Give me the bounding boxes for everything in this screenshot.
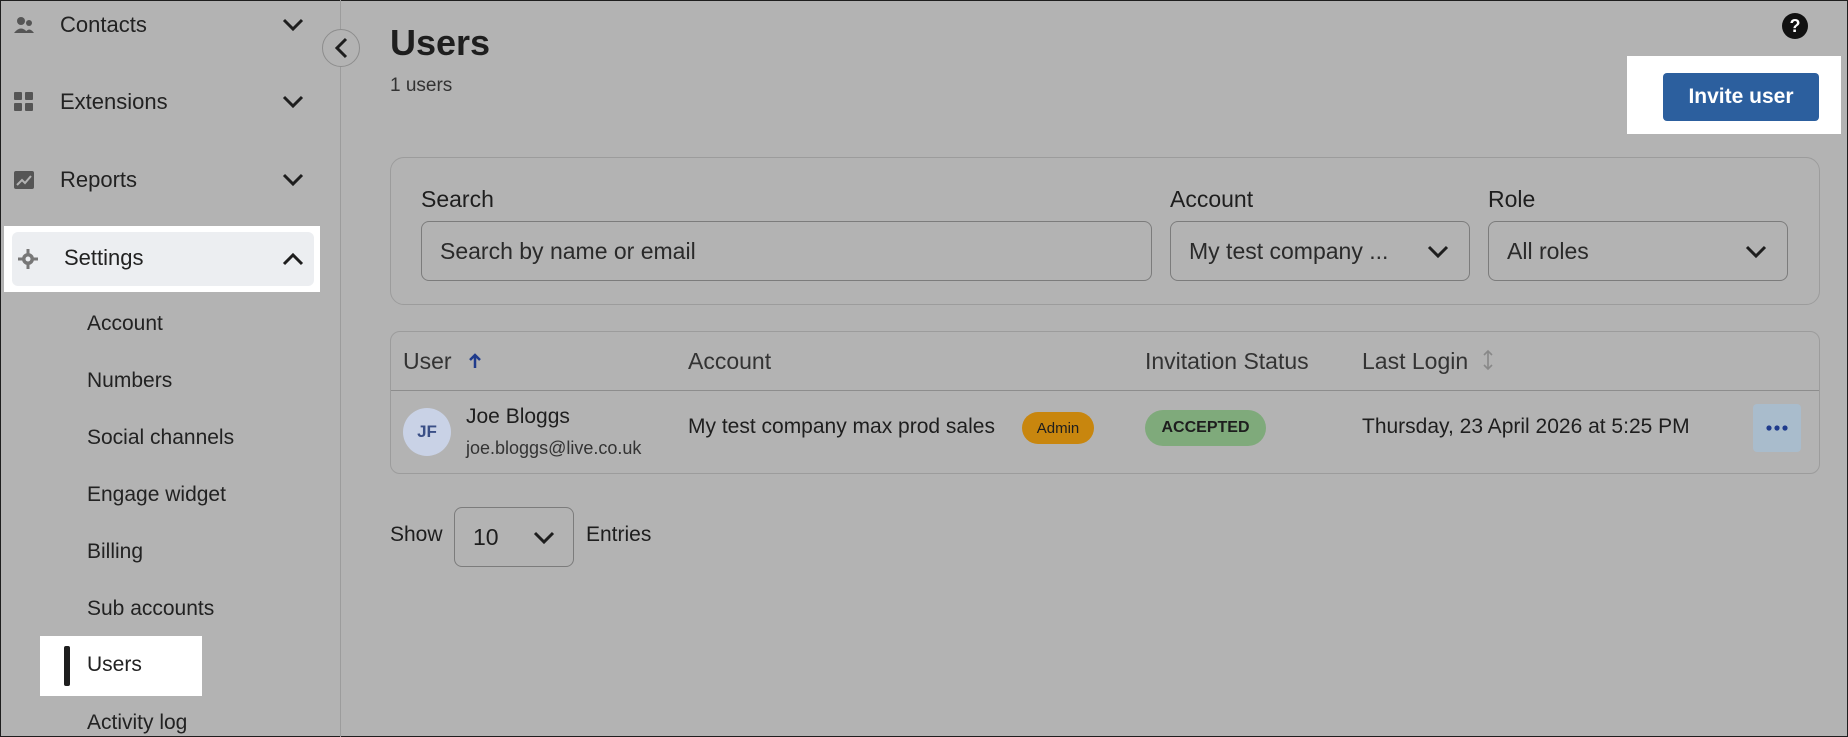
invite-user-button[interactable]: Invite user <box>1663 73 1819 121</box>
search-input[interactable]: Search by name or email <box>421 221 1152 281</box>
show-label: Show <box>390 523 443 546</box>
gear-icon <box>18 249 38 269</box>
user-count: 1 users <box>390 75 453 96</box>
sidebar-item-engage-widget[interactable]: Engage widget <box>87 483 226 507</box>
search-placeholder: Search by name or email <box>440 237 696 264</box>
sidebar-item-sub-accounts[interactable]: Sub accounts <box>87 597 214 621</box>
user-account: My test company max prod sales <box>688 415 995 438</box>
column-header-last-login[interactable]: Last Login <box>1362 348 1493 377</box>
last-login: Thursday, 23 April 2026 at 5:25 PM <box>1362 415 1690 438</box>
sidebar-group-settings[interactable]: Settings <box>12 232 314 286</box>
sidebar-group-settings-highlight: Settings <box>4 226 320 292</box>
chevron-down-icon <box>1425 239 1451 265</box>
role-filter-label: Role <box>1488 186 1536 212</box>
sidebar-group-label: Extensions <box>60 89 168 114</box>
sidebar-group-label: Settings <box>64 245 144 270</box>
chevron-down-icon <box>280 167 306 193</box>
more-horizontal-icon <box>1766 425 1788 431</box>
role-select-value: All roles <box>1507 237 1589 264</box>
sidebar-item-social-channels[interactable]: Social channels <box>87 426 234 450</box>
invite-user-highlight: Invite user <box>1627 56 1841 134</box>
sidebar-group-reports[interactable]: Reports <box>0 141 341 219</box>
chevron-down-icon <box>280 89 306 115</box>
page-size-select[interactable]: 10 <box>454 507 574 567</box>
sidebar-item-account[interactable]: Account <box>87 312 163 336</box>
chevron-up-icon <box>280 246 306 272</box>
role-badge: Admin <box>1022 412 1094 444</box>
sidebar-group-contacts[interactable]: Contacts <box>0 0 341 64</box>
user-email: joe.bloggs@live.co.uk <box>466 438 642 458</box>
sidebar-item-activity-log[interactable]: Activity log <box>87 711 187 735</box>
sidebar-group-extensions[interactable]: Extensions <box>0 63 341 141</box>
active-indicator <box>64 646 70 686</box>
entries-label: Entries <box>586 523 652 546</box>
page-title: Users <box>390 22 491 63</box>
extensions-grid-icon <box>14 92 34 112</box>
status-badge: ACCEPTED <box>1145 410 1266 446</box>
column-header-user[interactable]: User <box>403 348 482 376</box>
sidebar: Contacts Extensions Reports Settings Acc… <box>0 0 341 737</box>
chevron-down-icon <box>531 525 557 551</box>
sidebar-item-users-highlight: Users <box>40 636 202 696</box>
row-actions-button[interactable] <box>1753 404 1801 452</box>
column-header-account: Account <box>688 348 772 374</box>
sort-icon <box>1482 349 1493 377</box>
sidebar-item-numbers[interactable]: Numbers <box>87 369 172 393</box>
sidebar-item-users[interactable]: Users <box>87 653 142 677</box>
sort-ascending-icon <box>468 349 482 376</box>
column-header-label: Last Login <box>1362 348 1469 374</box>
contacts-icon <box>14 15 34 35</box>
help-icon[interactable]: ? <box>1782 13 1808 39</box>
account-filter-label: Account <box>1170 186 1254 212</box>
account-select[interactable]: My test company ... <box>1170 221 1470 281</box>
chevron-left-icon <box>334 37 348 59</box>
table-header-divider <box>391 390 1819 391</box>
collapse-sidebar-button[interactable] <box>322 29 360 67</box>
account-select-value: My test company ... <box>1189 237 1389 264</box>
search-label: Search <box>421 186 494 212</box>
column-header-invitation-status: Invitation Status <box>1145 348 1309 374</box>
column-header-label: User <box>403 348 452 374</box>
chevron-down-icon <box>280 12 306 38</box>
sidebar-item-billing[interactable]: Billing <box>87 540 143 564</box>
page-size-value: 10 <box>473 523 499 550</box>
reports-chart-icon <box>14 170 34 190</box>
sidebar-group-label: Reports <box>60 167 138 192</box>
user-name: Joe Bloggs <box>466 405 570 428</box>
chevron-down-icon <box>1743 239 1769 265</box>
avatar: JF <box>403 408 451 456</box>
role-select[interactable]: All roles <box>1488 221 1788 281</box>
sidebar-group-label: Contacts <box>60 12 147 37</box>
